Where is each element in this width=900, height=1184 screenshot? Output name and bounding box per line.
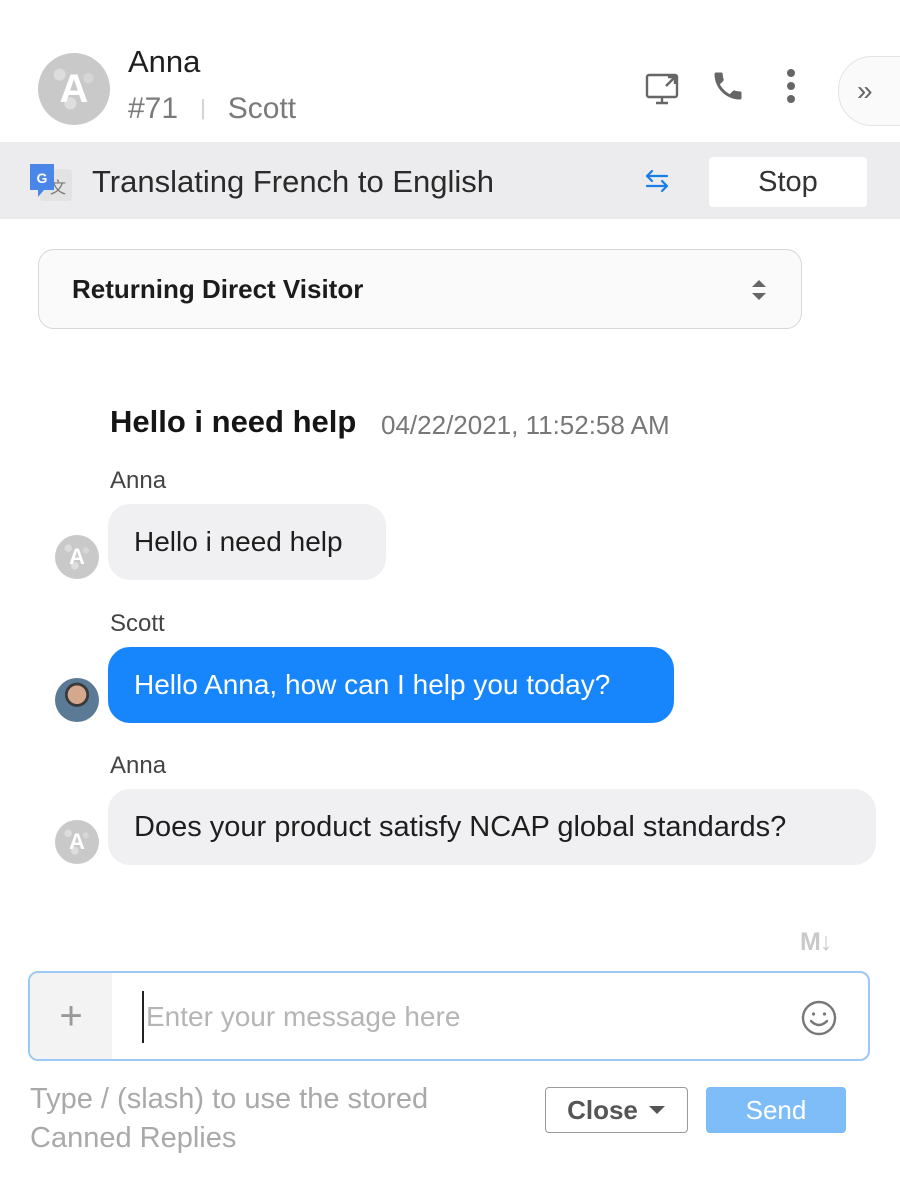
markdown-icon[interactable]: M↓: [800, 928, 832, 957]
plus-icon: +: [59, 993, 83, 1038]
stop-translation-button[interactable]: Stop: [709, 157, 867, 207]
collapse-panel-button[interactable]: »: [838, 56, 900, 126]
swap-arrows-icon[interactable]: [642, 166, 674, 196]
visitor-name: Anna: [128, 44, 201, 79]
chat-id: #71: [128, 92, 179, 125]
visitor-avatar: A: [55, 820, 99, 864]
translation-status-text: Translating French to English: [92, 164, 495, 199]
visitor-avatar: A: [38, 53, 110, 125]
message-composer: +: [28, 971, 870, 1061]
screen-share-icon[interactable]: [642, 68, 686, 108]
message-bubble: Hello i need help: [108, 504, 386, 580]
meta-separator: |: [200, 95, 206, 120]
add-attachment-button[interactable]: +: [30, 973, 112, 1059]
canned-replies-hint: Type / (slash) to use the stored Canned …: [30, 1080, 428, 1158]
phone-icon[interactable]: [708, 66, 748, 106]
message-sender: Anna: [110, 752, 167, 779]
close-chat-button[interactable]: Close: [545, 1087, 688, 1133]
emoji-icon[interactable]: [800, 999, 838, 1037]
google-translate-icon: 文 G: [28, 161, 74, 205]
agent-avatar: [55, 678, 99, 722]
message-sender: Scott: [110, 610, 165, 637]
message-bubble: Hello Anna, how can I help you today?: [108, 647, 674, 723]
hint-line-2: Canned Replies: [30, 1122, 237, 1154]
caret-down-icon: [648, 1106, 665, 1114]
select-arrows-icon: [749, 276, 769, 304]
hint-line-1: Type / (slash) to use the stored: [30, 1083, 429, 1115]
chat-preview-title: Hello i need help: [110, 404, 357, 439]
collapse-double-chevron-icon: »: [857, 75, 873, 106]
close-label: Close: [567, 1094, 638, 1125]
chat-meta: #71 | Scott: [128, 92, 296, 126]
visitor-type-selected: Returning Direct Visitor: [72, 274, 364, 304]
message-sender: Anna: [110, 467, 167, 494]
visitor-avatar: A: [55, 535, 99, 579]
svg-text:G: G: [37, 170, 48, 186]
assigned-agent: Scott: [227, 92, 297, 125]
more-vertical-icon[interactable]: [776, 66, 806, 106]
message-bubble: Does your product satisfy NCAP global st…: [108, 789, 876, 865]
chat-timestamp: 04/22/2021, 11:52:58 AM: [381, 410, 670, 440]
send-button[interactable]: Send: [706, 1087, 846, 1133]
message-input[interactable]: [142, 991, 788, 1043]
